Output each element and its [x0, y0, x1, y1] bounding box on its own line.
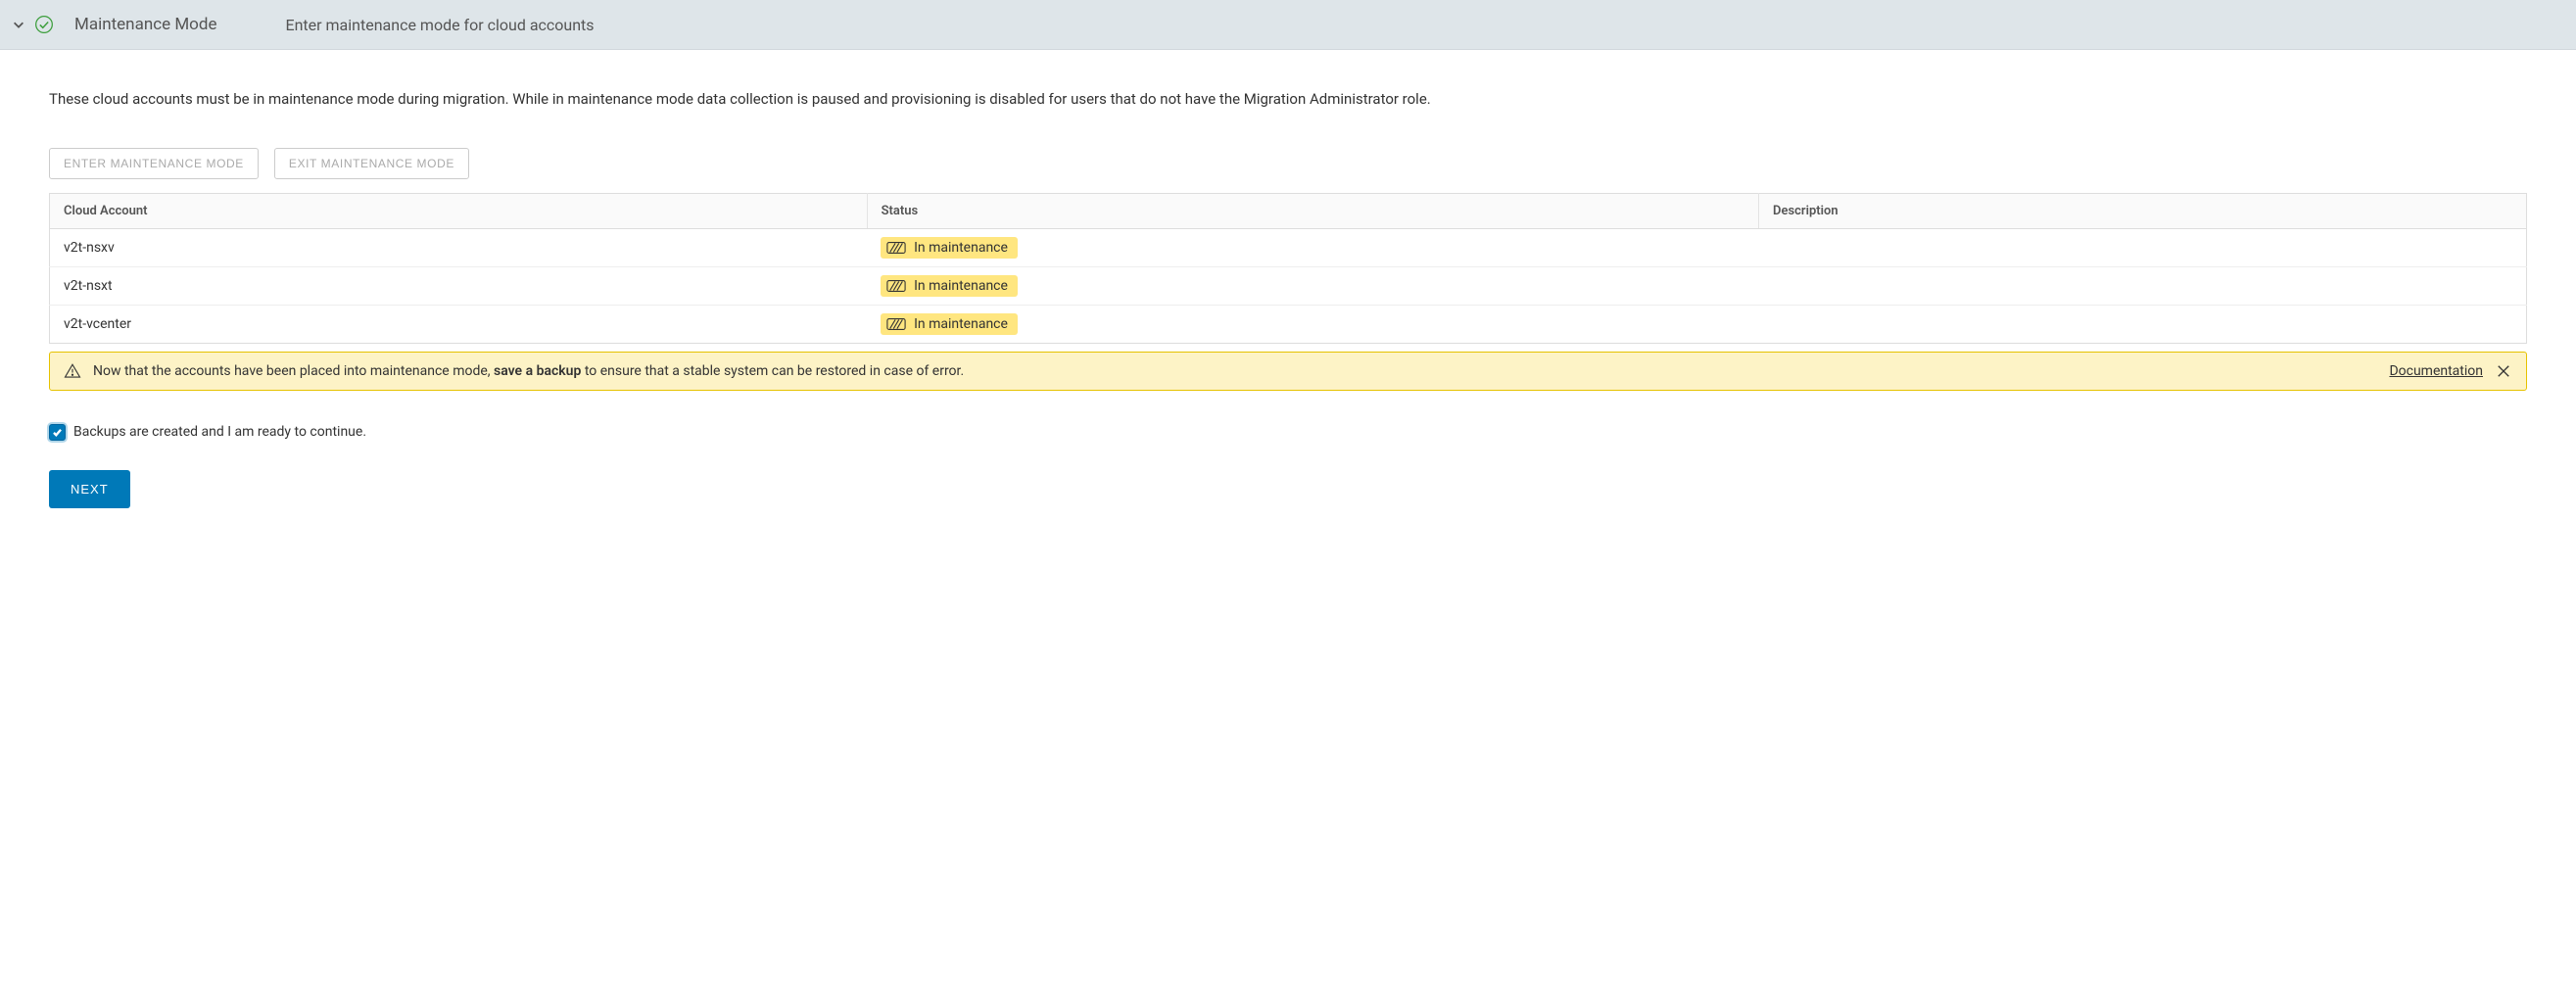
cell-account: v2t-vcenter [50, 305, 868, 343]
status-badge: In maintenance [881, 237, 1018, 259]
table-row[interactable]: v2t-nsxv In maintenance [50, 228, 2527, 266]
main-content: These cloud accounts must be in maintena… [0, 50, 2576, 547]
cell-description [1759, 266, 2527, 305]
col-header-account: Cloud Account [50, 193, 868, 228]
warning-icon [64, 362, 81, 380]
status-label: In maintenance [914, 316, 1008, 332]
status-label: In maintenance [914, 278, 1008, 294]
documentation-link[interactable]: Documentation [2389, 363, 2483, 379]
chevron-down-icon[interactable] [10, 16, 27, 33]
maintenance-icon [886, 317, 906, 331]
col-header-status: Status [867, 193, 1758, 228]
step-header: Maintenance Mode Enter maintenance mode … [0, 0, 2576, 50]
alert-text: Now that the accounts have been placed i… [93, 363, 2389, 379]
alert-bold: save a backup [494, 363, 581, 379]
cell-status: In maintenance [867, 228, 1758, 266]
step-title: Maintenance Mode [74, 15, 216, 34]
accounts-table: Cloud Account Status Description v2t-nsx… [49, 193, 2527, 344]
cell-account: v2t-nsxv [50, 228, 868, 266]
next-button[interactable]: NEXT [49, 470, 130, 508]
table-row[interactable]: v2t-nsxt In maintenance [50, 266, 2527, 305]
enter-maintenance-button[interactable]: ENTER MAINTENANCE MODE [49, 148, 259, 179]
backup-confirm-label: Backups are created and I am ready to co… [73, 424, 366, 440]
close-icon[interactable] [2497, 363, 2512, 379]
status-label: In maintenance [914, 240, 1008, 256]
cell-status: In maintenance [867, 266, 1758, 305]
alert-suffix: to ensure that a stable system can be re… [581, 363, 964, 379]
table-row[interactable]: v2t-vcenter In maintenance [50, 305, 2527, 343]
col-header-description: Description [1759, 193, 2527, 228]
description-text: These cloud accounts must be in maintena… [49, 87, 2527, 113]
exit-maintenance-button[interactable]: EXIT MAINTENANCE MODE [274, 148, 469, 179]
backup-confirm-checkbox[interactable] [49, 424, 66, 441]
cell-status: In maintenance [867, 305, 1758, 343]
maintenance-icon [886, 241, 906, 255]
cell-description [1759, 305, 2527, 343]
backup-alert: Now that the accounts have been placed i… [49, 352, 2527, 391]
success-check-icon [33, 14, 55, 35]
action-button-row: ENTER MAINTENANCE MODE EXIT MAINTENANCE … [49, 148, 2527, 179]
cell-account: v2t-nsxt [50, 266, 868, 305]
cell-description [1759, 228, 2527, 266]
maintenance-icon [886, 279, 906, 293]
step-subtitle: Enter maintenance mode for cloud account… [285, 16, 594, 34]
alert-prefix: Now that the accounts have been placed i… [93, 363, 494, 379]
backup-confirm-row: Backups are created and I am ready to co… [49, 424, 2527, 441]
status-badge: In maintenance [881, 275, 1018, 297]
status-badge: In maintenance [881, 313, 1018, 335]
